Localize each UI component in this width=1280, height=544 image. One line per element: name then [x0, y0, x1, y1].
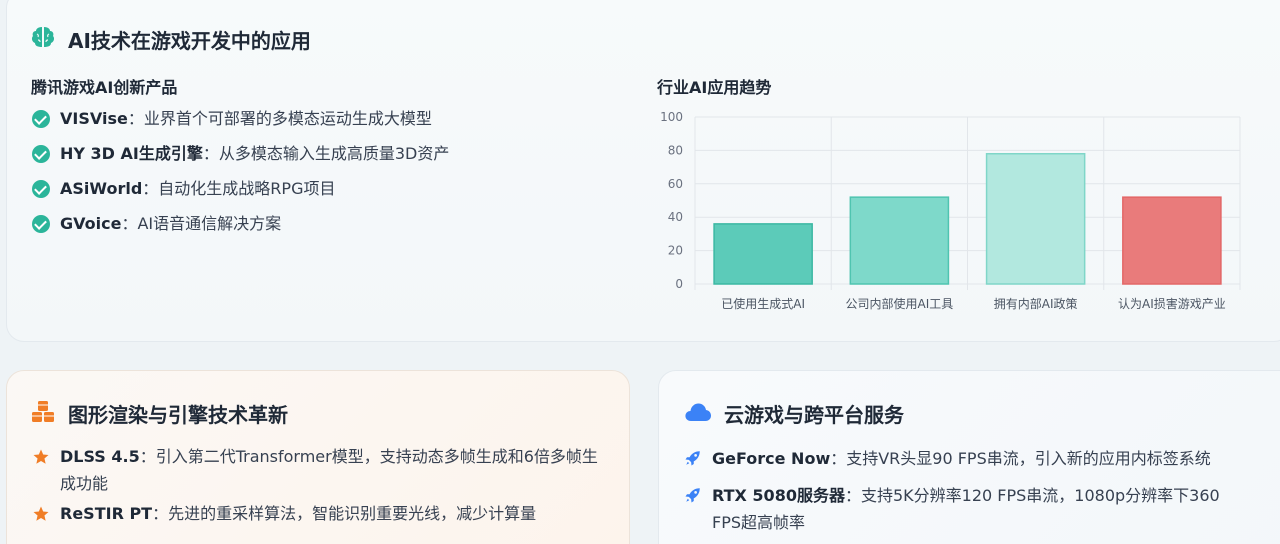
product-desc: ：从多模态输入生成高质量3D资产 — [202, 144, 450, 163]
cloud-item-name: RTX 5080服务器 — [712, 486, 845, 505]
star-icon — [32, 448, 50, 470]
rendering-section-title: 图形渲染与引擎技术革新 — [68, 403, 288, 427]
cubes-icon — [30, 400, 56, 428]
y-tick-label: 80 — [668, 143, 683, 157]
products-heading: 腾讯游戏AI创新产品 — [31, 78, 178, 97]
x-tick-label: 拥有内部AI政策 — [994, 296, 1078, 311]
bar — [849, 196, 950, 285]
chart-title: 行业AI应用趋势 — [657, 78, 772, 97]
cloud-section-header: 云游戏与跨平台服务 — [684, 399, 904, 428]
product-desc: ：AI语音通信解决方案 — [121, 214, 282, 233]
bar — [985, 152, 1086, 285]
list-item: GeForce Now：支持VR头显90 FPS串流，引入新的应用内标签系统 — [684, 448, 1244, 471]
bar — [1122, 196, 1222, 285]
cloud-section-title: 云游戏与跨平台服务 — [724, 403, 904, 427]
product-name: HY 3D AI生成引擎 — [60, 144, 203, 163]
product-name: VISVise — [60, 109, 128, 128]
star-icon — [32, 505, 50, 527]
product-name: GVoice — [60, 214, 122, 233]
y-tick-label: 40 — [668, 210, 683, 224]
check-circle-icon — [32, 215, 50, 233]
rendering-item-desc: ：引入第二代Transformer模型，支持动态多帧生成和6倍多帧生成功能 — [60, 447, 598, 493]
y-tick-label: 20 — [668, 244, 683, 258]
product-desc: ：自动化生成战略RPG项目 — [142, 179, 336, 198]
rocket-icon — [684, 449, 702, 471]
ai-trend-bar-chart: 0 20 40 60 80 100 已使用生成式AI 公司内部使用AI工具 拥有内部AI政策 认为… — [660, 110, 1241, 311]
list-item: GVoice：AI语音通信解决方案 — [32, 213, 449, 235]
list-item: RTX 5080服务器：支持5K分辨率120 FPS串流，1080p分辨率下36… — [684, 485, 1244, 536]
x-tick-label: 公司内部使用AI工具 — [846, 296, 954, 311]
rendering-section-header: 图形渲染与引擎技术革新 — [30, 399, 288, 428]
ai-section-header: AI技术在游戏开发中的应用 — [30, 24, 311, 54]
list-item: VISVise：业界首个可部署的多模态运动生成大模型 — [32, 108, 449, 130]
cloud-list: GeForce Now：支持VR头显90 FPS串流，引入新的应用内标签系统 R… — [684, 448, 1244, 544]
list-item: ASiWorld：自动化生成战略RPG项目 — [32, 178, 449, 200]
y-tick-label: 60 — [668, 177, 683, 191]
rendering-list: DLSS 4.5：引入第二代Transformer模型，支持动态多帧生成和6倍多… — [32, 446, 612, 540]
check-circle-icon — [32, 180, 50, 198]
product-name: ASiWorld — [60, 179, 143, 198]
products-list: VISVise：业界首个可部署的多模态运动生成大模型 HY 3D AI生成引擎：… — [32, 108, 449, 248]
x-tick-label: 认为AI损害游戏产业 — [1118, 296, 1226, 311]
y-tick-label: 100 — [660, 110, 683, 124]
ai-section-title: AI技术在游戏开发中的应用 — [68, 28, 311, 53]
list-item: DLSS 4.5：引入第二代Transformer模型，支持动态多帧生成和6倍多… — [32, 446, 612, 497]
check-circle-icon — [32, 110, 50, 128]
rendering-item-name: ReSTIR PT — [60, 504, 153, 523]
rendering-item-name: DLSS 4.5 — [60, 447, 140, 466]
rendering-item-desc: ：先进的重采样算法，智能识别重要光线，减少计算量 — [152, 504, 537, 523]
list-item: HY 3D AI生成引擎：从多模态输入生成高质量3D资产 — [32, 143, 449, 165]
cloud-item-name: GeForce Now — [712, 449, 831, 468]
cloud-icon — [684, 401, 712, 427]
bar — [713, 223, 813, 285]
rocket-icon — [684, 486, 702, 508]
x-tick-label: 已使用生成式AI — [721, 296, 805, 311]
check-circle-icon — [32, 145, 50, 163]
brain-icon — [30, 24, 56, 54]
y-tick-label: 0 — [675, 277, 683, 291]
cloud-item-desc: ：支持VR头显90 FPS串流，引入新的应用内标签系统 — [830, 449, 1211, 468]
product-desc: ：业界首个可部署的多模态运动生成大模型 — [127, 109, 432, 128]
list-item: ReSTIR PT：先进的重采样算法，智能识别重要光线，减少计算量 — [32, 503, 612, 527]
